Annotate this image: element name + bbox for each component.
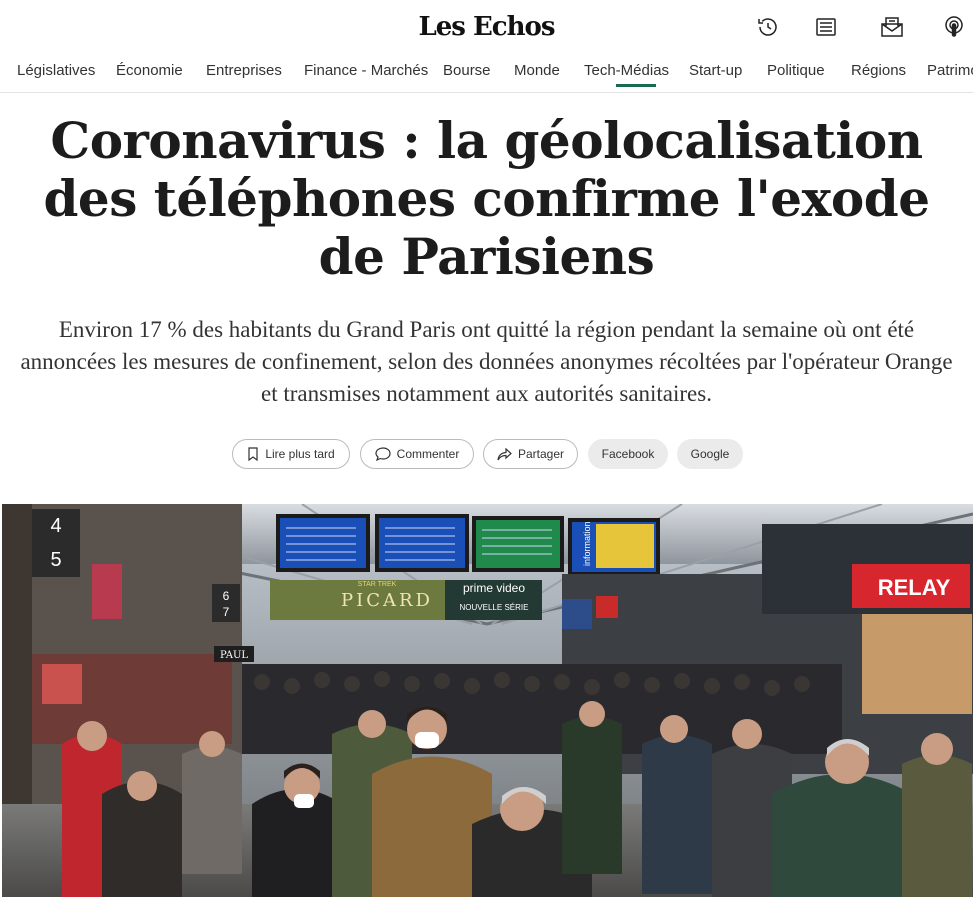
billboard-title: PICARD — [341, 590, 433, 611]
history-icon[interactable] — [753, 12, 783, 42]
share-icon — [497, 447, 512, 460]
main-nav: Législatives Économie Entreprises Financ… — [0, 58, 973, 88]
article-photo: 4 5 6 7 information STAR TREK PICARD pri… — [2, 504, 973, 897]
share-label: Partager — [517, 447, 565, 461]
facebook-label: Facebook — [601, 447, 655, 461]
nav-item-patrimoine[interactable]: Patrimoine — [927, 62, 973, 79]
read-later-button[interactable]: Lire plus tard — [232, 439, 350, 469]
platform-number-5: 5 — [50, 549, 61, 571]
billboard-series: NOUVELLE SÉRIE — [460, 603, 529, 612]
relay-sign: RELAY — [878, 575, 951, 600]
newsletter-icon[interactable] — [877, 12, 907, 42]
google-button[interactable]: Google — [677, 439, 743, 469]
nav-item-bourse[interactable]: Bourse — [443, 62, 491, 79]
nav-item-finance-marches[interactable]: Finance - Marchés — [304, 62, 428, 79]
nav-item-tech-medias[interactable]: Tech-Médias — [584, 62, 669, 87]
comment-label: Commenter — [396, 447, 460, 461]
newspaper-icon[interactable] — [811, 12, 841, 42]
comment-icon — [375, 447, 391, 461]
site-header: Les Echos Législatives Économie Entrepri… — [0, 0, 973, 93]
read-later-label: Lire plus tard — [265, 447, 335, 461]
platform-number-6: 6 — [223, 589, 230, 603]
nav-item-entreprises[interactable]: Entreprises — [206, 62, 282, 79]
article-actions: Lire plus tard Commenter Partager Facebo… — [0, 439, 973, 469]
nav-item-start-up[interactable]: Start-up — [689, 62, 742, 79]
train-station-illustration: 4 5 6 7 information STAR TREK PICARD pri… — [2, 504, 973, 897]
paul-sign: PAUL — [220, 650, 248, 661]
facebook-button[interactable]: Facebook — [588, 439, 668, 469]
nav-item-monde[interactable]: Monde — [514, 62, 560, 79]
platform-number-4: 4 — [50, 515, 61, 537]
prime-video-label: prime video — [463, 581, 525, 595]
bookmark-icon — [248, 447, 258, 461]
information-board-label: information — [582, 521, 592, 566]
comment-button[interactable]: Commenter — [360, 439, 474, 469]
billboard-tag: STAR TREK — [358, 581, 397, 588]
podcast-icon[interactable] — [939, 12, 969, 42]
google-label: Google — [690, 447, 730, 461]
nav-item-politique[interactable]: Politique — [767, 62, 825, 79]
share-button[interactable]: Partager — [483, 439, 578, 469]
article-lead: Environ 17 % des habitants du Grand Pari… — [20, 317, 953, 406]
nav-item-legislatives[interactable]: Législatives — [17, 62, 95, 79]
platform-number-7: 7 — [223, 605, 230, 619]
article-title: Coronavirus : la géolocalisation des tél… — [43, 111, 930, 286]
nav-item-economie[interactable]: Économie — [116, 62, 183, 79]
nav-item-regions[interactable]: Régions — [851, 62, 906, 79]
